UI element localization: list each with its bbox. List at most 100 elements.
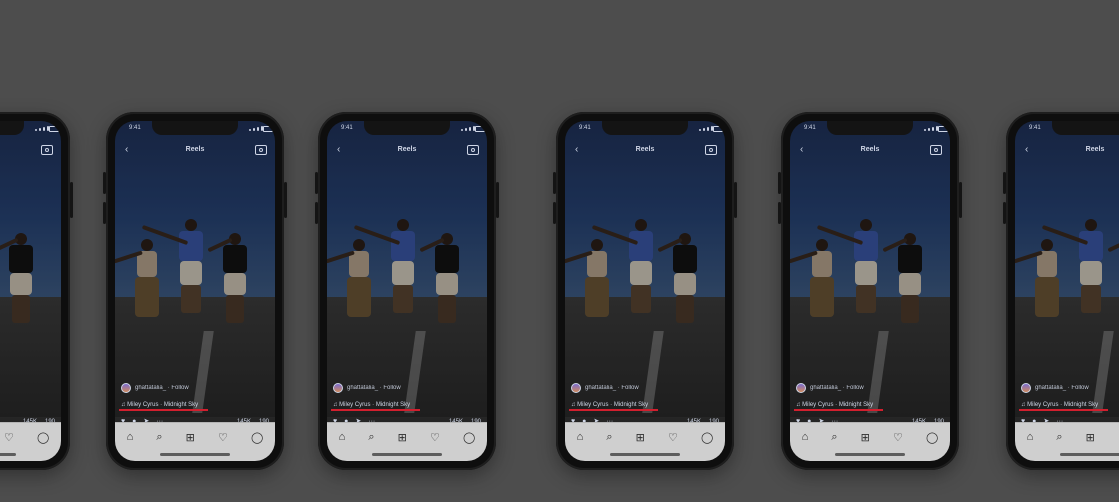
music-text: ♫ Miley Cyrus · Midnight Sky	[571, 402, 649, 408]
status-time: 9:41	[804, 125, 816, 131]
reels-topbar: ‹ Reels	[0, 143, 61, 159]
heart-icon[interactable]: ♡	[430, 431, 440, 444]
profile-icon[interactable]: ◯	[37, 431, 49, 444]
add-icon[interactable]: ⊞	[636, 431, 645, 444]
home-icon[interactable]: ⌂	[1027, 431, 1034, 444]
phone-screen: 9:41 ‹ Reels ghattatalia_ · Follow ♫	[790, 121, 950, 461]
heart-icon[interactable]: ♡	[218, 431, 228, 444]
profile-icon[interactable]: ◯	[251, 431, 263, 444]
music-text: ♫ Miley Cyrus · Midnight Sky	[121, 402, 199, 408]
avatar[interactable]	[796, 383, 806, 393]
profile-icon[interactable]: ◯	[463, 431, 475, 444]
phone-mockup: 9:41 ‹ Reels ghattatalia_ · Follow ♫	[0, 112, 73, 470]
side-button	[734, 182, 737, 218]
home-icon[interactable]: ⌂	[802, 431, 809, 444]
search-icon[interactable]: ⌕	[1056, 431, 1062, 444]
add-icon[interactable]: ⊞	[861, 431, 870, 444]
camera-icon[interactable]	[705, 145, 717, 155]
heart-icon[interactable]: ♡	[668, 431, 678, 444]
add-icon[interactable]: ⊞	[186, 431, 195, 444]
reel-caption: ghattatalia_ · Follow ♫ Miley Cyrus · Mi…	[119, 383, 269, 425]
signal-icon	[35, 126, 49, 131]
camera-icon[interactable]	[41, 145, 53, 155]
music-label[interactable]: ♫ Miley Cyrus · Midnight Sky	[119, 402, 209, 411]
battery-icon	[713, 126, 723, 132]
home-indicator	[160, 453, 230, 456]
status-bar: 9:41	[1015, 125, 1119, 135]
music-text: ♫ Miley Cyrus · Midnight Sky	[1021, 402, 1099, 408]
heart-icon[interactable]: ♡	[893, 431, 903, 444]
music-label[interactable]: ♫ Miley Cyrus · Midnight Sky	[794, 402, 884, 411]
volume-up-button	[315, 172, 318, 194]
home-indicator	[372, 453, 442, 456]
profile-icon[interactable]: ◯	[926, 431, 938, 444]
home-icon[interactable]: ⌂	[127, 431, 134, 444]
status-bar: 9:41	[790, 125, 950, 135]
home-indicator	[610, 453, 680, 456]
music-underline	[1019, 409, 1109, 411]
volume-up-button	[553, 172, 556, 194]
profile-icon[interactable]: ◯	[701, 431, 713, 444]
home-indicator	[835, 453, 905, 456]
status-bar: 9:41	[115, 125, 275, 135]
username-follow[interactable]: ghattatalia_ · Follow	[585, 385, 639, 391]
volume-up-button	[1003, 172, 1006, 194]
music-text: ♫ Miley Cyrus · Midnight Sky	[796, 402, 874, 408]
camera-icon[interactable]	[255, 145, 267, 155]
username-follow[interactable]: ghattatalia_ · Follow	[347, 385, 401, 391]
stage: 9:41 ‹ Reels ghattatalia_ · Follow ♫	[0, 0, 1119, 502]
home-icon[interactable]: ⌂	[577, 431, 584, 444]
home-icon[interactable]: ⌂	[339, 431, 346, 444]
reel-user-row: ghattatalia_ · Follow	[333, 383, 481, 393]
search-icon[interactable]: ⌕	[368, 431, 374, 444]
volume-down-button	[1003, 202, 1006, 224]
battery-icon	[49, 126, 59, 132]
username-follow[interactable]: ghattatalia_ · Follow	[810, 385, 864, 391]
bottom-nav: ⌂ ⌕ ⊞ ♡ ◯	[0, 422, 61, 461]
page-title: Reels	[1085, 146, 1105, 153]
avatar[interactable]	[571, 383, 581, 393]
phone-mockup: 9:41 ‹ Reels ghattatalia_ · Follow ♫	[315, 112, 499, 470]
status-time: 9:41	[129, 125, 141, 131]
reel-caption: ghattatalia_ · Follow ♫ Miley Cyrus · Mi…	[794, 383, 944, 425]
bottom-nav: ⌂ ⌕ ⊞ ♡ ◯	[565, 422, 725, 461]
reel-caption: ghattatalia_ · Follow ♫ Miley Cyrus · Mi…	[569, 383, 719, 425]
reel-user-row: ghattatalia_ · Follow	[571, 383, 719, 393]
add-icon[interactable]: ⊞	[1086, 431, 1095, 444]
search-icon[interactable]: ⌕	[831, 431, 837, 444]
status-time: 9:41	[579, 125, 591, 131]
phone-screen: 9:41 ‹ Reels ghattatalia_ · Follow ♫	[115, 121, 275, 461]
music-label[interactable]: ♫ Miley Cyrus · Midnight Sky	[331, 402, 421, 411]
music-label[interactable]: ♫ Miley Cyrus · Midnight Sky	[1019, 402, 1109, 411]
volume-up-button	[778, 172, 781, 194]
side-button	[496, 182, 499, 218]
status-time: 9:41	[1029, 125, 1041, 131]
reel-user-row: ghattatalia_ · Follow	[796, 383, 944, 393]
username-follow[interactable]: ghattatalia_ · Follow	[1035, 385, 1089, 391]
search-icon[interactable]: ⌕	[156, 431, 162, 444]
reel-caption: ghattatalia_ · Follow ♫ Miley Cyrus · Mi…	[1019, 383, 1119, 425]
camera-icon[interactable]	[467, 145, 479, 155]
avatar[interactable]	[1021, 383, 1031, 393]
avatar[interactable]	[333, 383, 343, 393]
signal-icon	[924, 126, 938, 131]
avatar[interactable]	[121, 383, 131, 393]
signal-icon	[461, 126, 475, 131]
username-follow[interactable]: ghattatalia_ · Follow	[135, 385, 189, 391]
music-label[interactable]: ♫ Miley Cyrus · Midnight Sky	[569, 402, 659, 411]
page-title: Reels	[635, 146, 655, 153]
page-title: Reels	[860, 146, 880, 153]
heart-icon[interactable]: ♡	[4, 431, 14, 444]
camera-icon[interactable]	[930, 145, 942, 155]
reel-user-row: ghattatalia_ · Follow	[0, 383, 55, 393]
page-title: Reels	[397, 146, 417, 153]
side-button	[70, 182, 73, 218]
add-icon[interactable]: ⊞	[398, 431, 407, 444]
bottom-nav: ⌂ ⌕ ⊞ ♡ ◯	[790, 422, 950, 461]
bottom-nav: ⌂ ⌕ ⊞ ♡ ◯	[115, 422, 275, 461]
search-icon[interactable]: ⌕	[606, 431, 612, 444]
volume-down-button	[553, 202, 556, 224]
bottom-nav: ⌂ ⌕ ⊞ ♡ ◯	[327, 422, 487, 461]
phone-screen: 9:41 ‹ Reels ghattatalia_ · Follow ♫	[1015, 121, 1119, 461]
reel-user-row: ghattatalia_ · Follow	[1021, 383, 1119, 393]
